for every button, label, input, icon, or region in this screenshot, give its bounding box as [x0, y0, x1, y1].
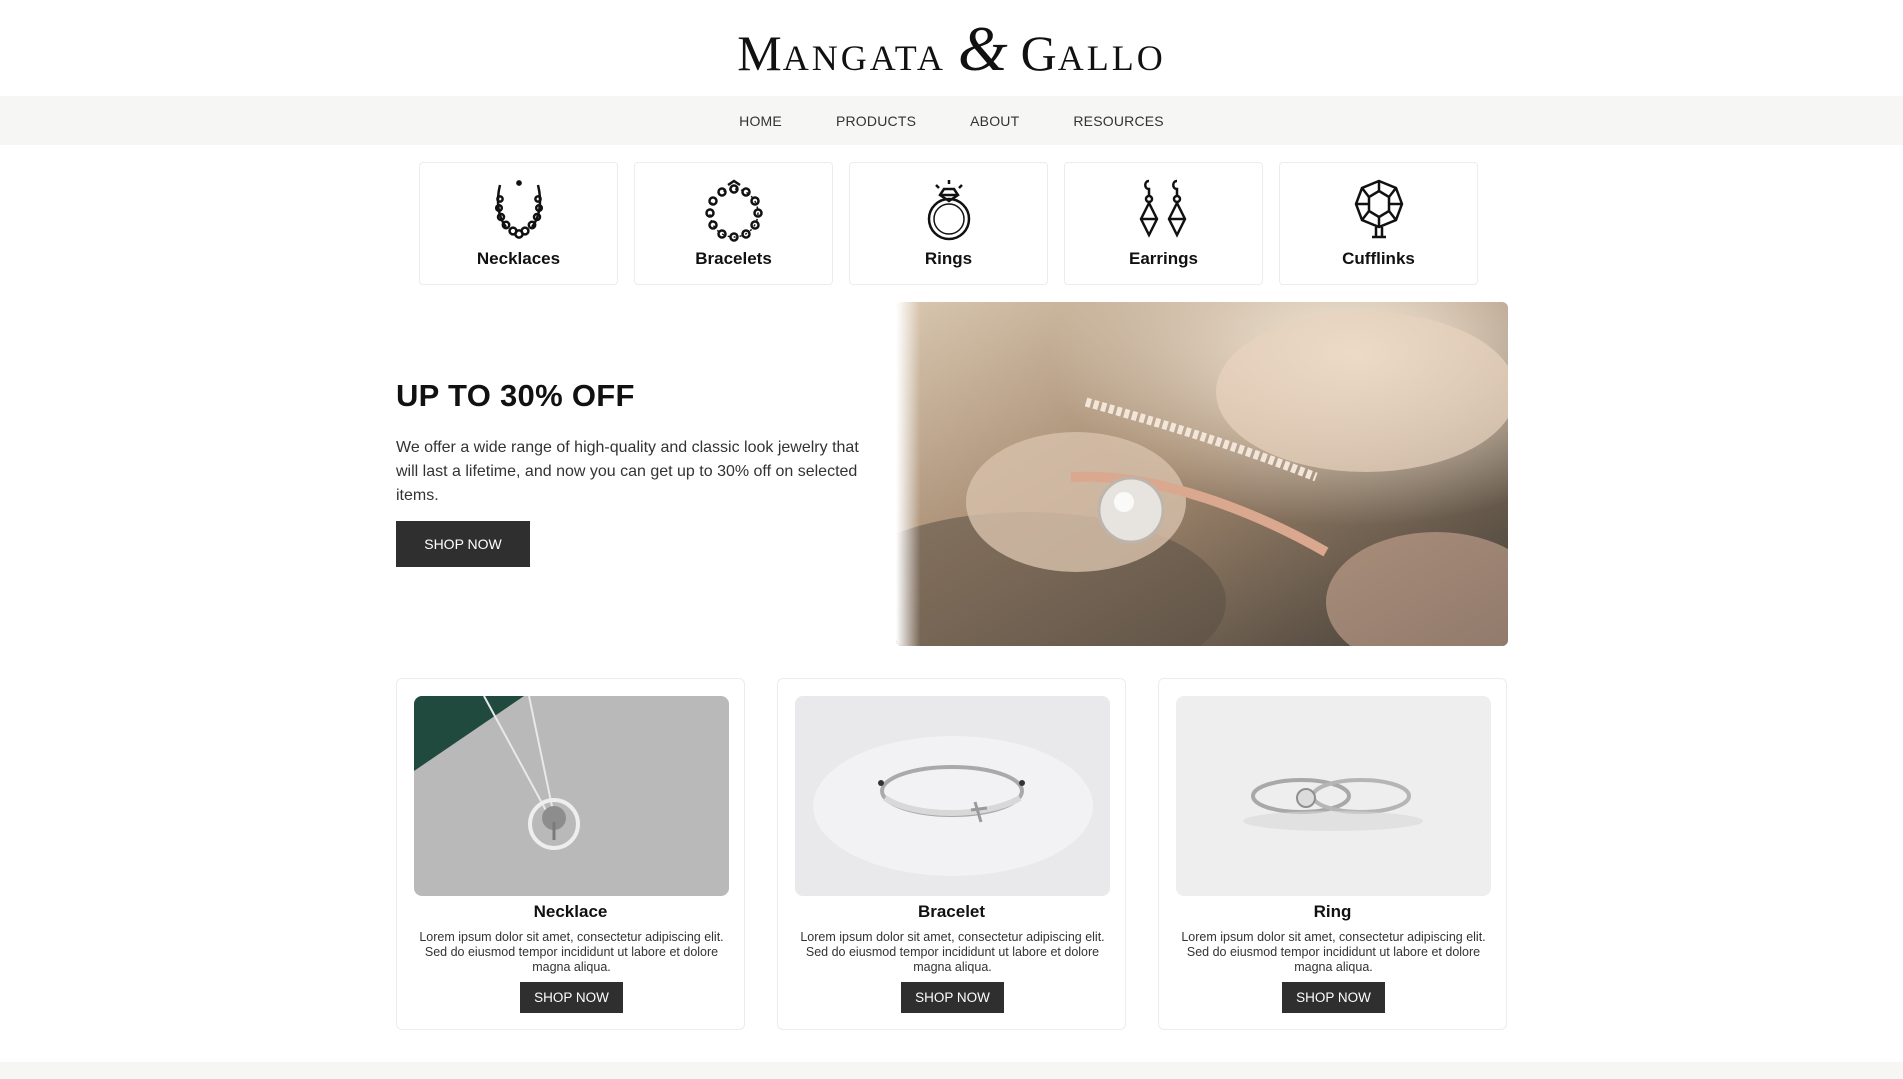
bracelet-photo — [795, 696, 1110, 896]
product-shop-now-button[interactable]: SHOP NOW — [520, 982, 623, 1013]
product-image-necklace[interactable] — [414, 696, 729, 896]
main-nav: HOME PRODUCTS ABOUT RESOURCES — [0, 96, 1903, 145]
product-title: Bracelet — [917, 902, 986, 921]
logo-letter-g: G — [1020, 25, 1058, 81]
hero-shop-now-button[interactable]: SHOP NOW — [396, 521, 530, 567]
nav-about[interactable]: ABOUT — [970, 113, 1019, 129]
necklace-photo — [414, 696, 729, 896]
product-image-ring[interactable] — [1176, 696, 1491, 896]
necklace-icon — [494, 180, 543, 239]
category-earrings[interactable]: Earrings — [1064, 162, 1263, 285]
category-label: Bracelets — [695, 249, 772, 268]
product-shop-now-button[interactable]: SHOP NOW — [1282, 982, 1385, 1013]
category-cufflinks[interactable]: Cufflinks — [1279, 162, 1478, 285]
nav-home[interactable]: HOME — [739, 113, 782, 129]
logo-ampersand: & — [957, 13, 1009, 84]
product-title: Necklace — [533, 902, 608, 921]
category-rings[interactable]: Rings — [849, 162, 1048, 285]
product-description: Lorem ipsum dolor sit amet, consectetur … — [1181, 930, 1486, 974]
ring-icon — [927, 180, 970, 241]
hero-section: UP TO 30% OFF We offer a wide range of h… — [396, 378, 876, 508]
product-description: Lorem ipsum dolor sit amet, consectetur … — [800, 930, 1105, 974]
category-bracelets[interactable]: Bracelets — [634, 162, 833, 285]
category-necklaces[interactable]: Necklaces — [419, 162, 618, 285]
category-label: Necklaces — [476, 249, 561, 268]
brand-logo[interactable]: M ANGATA & G ALLO — [737, 12, 1165, 86]
bracelet-icon — [704, 179, 763, 242]
hero-description: We offer a wide range of high-quality an… — [396, 439, 859, 504]
product-card-bracelet: Bracelet Lorem ipsum dolor sit amet, con… — [777, 678, 1126, 1030]
cufflink-icon — [1354, 179, 1403, 239]
product-list: Necklace Lorem ipsum dolor sit amet, con… — [396, 678, 1507, 1030]
product-card-necklace: Necklace Lorem ipsum dolor sit amet, con… — [396, 678, 745, 1030]
nav-resources[interactable]: RESOURCES — [1073, 113, 1163, 129]
ring-photo — [896, 302, 1508, 646]
logo-word-allo: ALLO — [1057, 38, 1166, 78]
footer-strip — [0, 1062, 1903, 1079]
hero-title: UP TO 30% OFF — [396, 378, 635, 413]
nav-products[interactable]: PRODUCTS — [836, 113, 916, 129]
category-label: Rings — [924, 249, 973, 268]
product-title: Ring — [1313, 902, 1352, 921]
logo-letter-m: M — [737, 25, 783, 81]
product-image-bracelet[interactable] — [795, 696, 1110, 896]
product-shop-now-button[interactable]: SHOP NOW — [901, 982, 1004, 1013]
category-label: Cufflinks — [1342, 249, 1415, 268]
category-label: Earrings — [1129, 249, 1198, 268]
category-list: Necklaces Bracelets Rings Earrings Cuffl… — [419, 162, 1478, 285]
product-card-ring: Ring Lorem ipsum dolor sit amet, consect… — [1158, 678, 1507, 1030]
product-description: Lorem ipsum dolor sit amet, consectetur … — [419, 930, 724, 974]
site-header: M ANGATA & G ALLO — [0, 0, 1903, 96]
logo-word-angata: ANGATA — [782, 38, 946, 78]
hero-image — [896, 302, 1508, 646]
earrings-icon — [1139, 179, 1186, 238]
ring-photo-small — [1176, 696, 1491, 896]
